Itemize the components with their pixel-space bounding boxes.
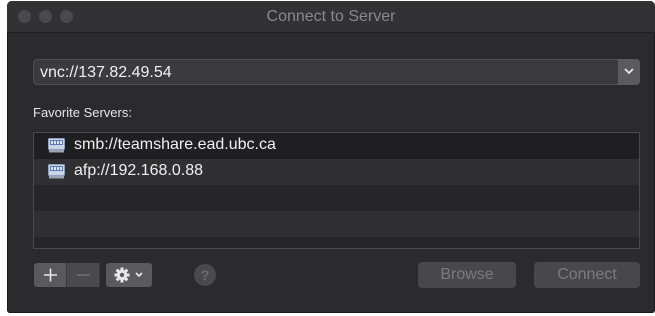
server-address-combo <box>33 59 640 85</box>
remove-favorite-button[interactable] <box>67 263 100 287</box>
list-item-label: smb://teamshare.ead.ubc.ca <box>74 136 276 153</box>
recent-servers-dropdown-button[interactable] <box>618 59 640 85</box>
gear-icon <box>114 267 143 283</box>
favorites-action-menu-button[interactable] <box>106 263 152 287</box>
title-bar: Connect to Server <box>7 1 655 33</box>
connect-to-server-window: Connect to Server Favorite Servers: smb:… <box>7 1 655 313</box>
window-title: Connect to Server <box>266 8 396 25</box>
plus-icon <box>44 268 57 282</box>
favorite-servers-label: Favorite Servers: <box>33 105 132 120</box>
help-button[interactable]: ? <box>194 264 216 286</box>
empty-list-row <box>34 211 639 237</box>
favorite-servers-list[interactable]: smb://teamshare.ead.ubc.ca afp://192.168… <box>33 132 640 249</box>
list-item-label: afp://192.168.0.88 <box>74 162 203 179</box>
server-address-input[interactable] <box>40 63 610 83</box>
list-item[interactable]: smb://teamshare.ead.ubc.ca <box>34 133 639 159</box>
add-favorite-button[interactable] <box>34 263 67 287</box>
empty-list-row <box>34 237 639 248</box>
list-item[interactable]: afp://192.168.0.88 <box>34 159 639 185</box>
minus-icon <box>77 274 90 276</box>
chevron-down-icon <box>624 68 634 75</box>
browse-button[interactable]: Browse <box>418 262 516 288</box>
chevron-down-icon <box>135 272 143 278</box>
empty-list-row <box>34 185 639 211</box>
server-icon <box>48 138 65 153</box>
server-icon <box>48 164 65 179</box>
favorites-toolbar <box>34 263 152 287</box>
connect-button[interactable]: Connect <box>534 262 640 288</box>
